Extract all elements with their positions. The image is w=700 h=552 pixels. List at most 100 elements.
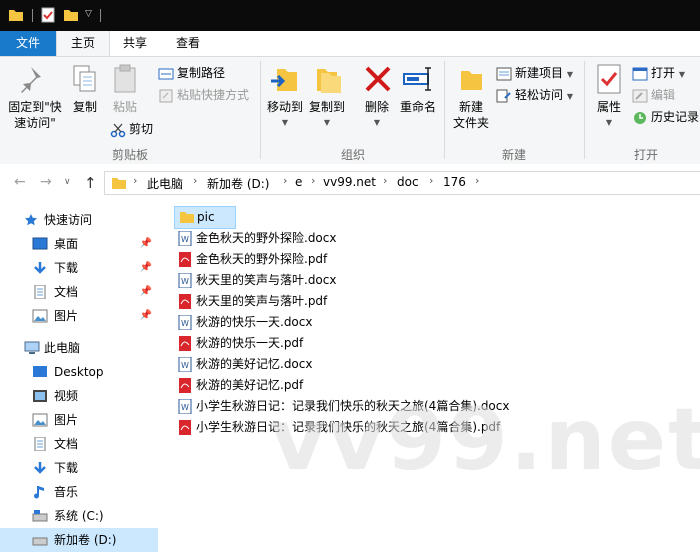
group-separator: [260, 61, 261, 159]
tab-home[interactable]: 主页: [56, 31, 110, 57]
copy-to-label: 复制到: [308, 100, 345, 114]
breadcrumb-e[interactable]: e: [295, 175, 302, 189]
open-group-label: 打开: [634, 148, 659, 162]
nav-downloads2[interactable]: 下载: [0, 456, 158, 480]
breadcrumb-separator-icon[interactable]: ›: [429, 174, 433, 187]
nav-music-label: 音乐: [54, 485, 79, 499]
nav-this-pc[interactable]: 此电脑: [0, 336, 158, 360]
document-icon: [34, 285, 46, 299]
breadcrumb-176[interactable]: 176: [443, 175, 466, 189]
nav-documents[interactable]: 文档 📌: [0, 280, 158, 304]
edit-icon: [632, 89, 648, 102]
file-name: 秋游的快乐一天.docx: [196, 315, 313, 329]
breadcrumb-separator-icon[interactable]: ›: [283, 174, 287, 187]
pin-icon[interactable]: 📌: [140, 280, 152, 304]
drive-icon: [32, 537, 48, 546]
copy-to-button[interactable]: 复制到 ▼: [308, 63, 346, 131]
new-folder-label-line1: 新建: [458, 100, 483, 114]
group-separator: [444, 61, 445, 159]
new-group-label: 新建: [502, 148, 527, 162]
move-to-button[interactable]: 移动到 ▼: [266, 63, 304, 131]
pin-icon[interactable]: 📌: [140, 232, 152, 256]
nav-pictures[interactable]: 图片 📌: [0, 304, 158, 328]
paste-shortcut-label: 粘贴快捷方式: [177, 88, 250, 102]
breadcrumb-doc[interactable]: doc: [397, 175, 419, 189]
pin-icon[interactable]: 📌: [140, 256, 152, 280]
nav-system-c[interactable]: 系统 (C:): [0, 504, 158, 528]
open-button[interactable]: 打开 ▼: [632, 63, 685, 83]
delete-icon: [365, 66, 391, 92]
copy-button[interactable]: 复制: [68, 63, 102, 115]
breadcrumb-this-pc[interactable]: 此电脑: [147, 175, 183, 192]
paste-shortcut-button[interactable]: 粘贴快捷方式: [158, 85, 249, 105]
cut-label: 剪切: [129, 122, 154, 136]
delete-button[interactable]: 删除 ▼: [362, 63, 392, 131]
recent-locations-dropdown-icon[interactable]: ∨: [64, 177, 71, 187]
nav-documents2-label: 文档: [54, 437, 79, 451]
breadcrumb-separator-icon[interactable]: ›: [311, 174, 315, 187]
title-separator: [32, 9, 33, 22]
tab-share[interactable]: 共享: [110, 31, 160, 56]
nav-new-volume-d[interactable]: 新加卷 (D:): [0, 528, 158, 552]
history-button[interactable]: 历史记录: [632, 107, 699, 127]
quick-access-toolbar-dropdown-icon[interactable]: ▽: [85, 9, 92, 19]
copy-icon: [73, 65, 96, 92]
computer-icon: [24, 341, 40, 354]
delete-label: 删除: [364, 100, 389, 114]
file-name: 秋天里的笑声与落叶.pdf: [196, 294, 328, 308]
new-folder-icon[interactable]: [63, 7, 79, 23]
nav-desktop-cn-label: 桌面: [54, 237, 79, 251]
copy-path-label: 复制路径: [177, 66, 226, 80]
new-folder-button[interactable]: 新建 文件夹: [452, 63, 490, 131]
rename-button[interactable]: 重命名: [398, 63, 438, 115]
word-document-icon: W: [178, 231, 192, 246]
properties-icon[interactable]: [40, 7, 56, 23]
breadcrumb-new-volume[interactable]: 新加卷 (D:): [207, 175, 269, 192]
breadcrumb-vv99[interactable]: vv99.net: [323, 175, 376, 189]
nav-new-volume-d-label: 新加卷 (D:): [54, 533, 117, 547]
title-bar: ▽: [0, 0, 700, 31]
copy-to-icon: [317, 69, 341, 93]
up-arrow-icon[interactable]: ↑: [84, 174, 97, 192]
paste-button[interactable]: 粘贴: [108, 63, 142, 115]
easy-access-icon: [496, 89, 511, 102]
pin-icon[interactable]: 📌: [140, 304, 152, 328]
new-item-button[interactable]: 新建项目 ▼: [496, 63, 573, 83]
nav-videos[interactable]: 视频: [0, 384, 158, 408]
tab-file[interactable]: 文件: [0, 31, 56, 56]
list-item-folder[interactable]: pic: [174, 206, 236, 229]
nav-desktop[interactable]: Desktop: [0, 360, 158, 384]
nav-downloads[interactable]: 下载 📌: [0, 256, 158, 280]
cut-button[interactable]: 剪切: [110, 119, 153, 139]
nav-quick-access-label: 快速访问: [44, 213, 93, 227]
breadcrumb-separator-icon[interactable]: ›: [133, 174, 137, 187]
easy-access-button[interactable]: 轻松访问 ▼: [496, 85, 573, 105]
watermark: vv99.net: [270, 390, 700, 490]
forward-arrow-icon[interactable]: →: [40, 174, 52, 190]
folder-icon: [9, 10, 23, 21]
tab-view[interactable]: 查看: [162, 31, 214, 56]
nav-music[interactable]: 音乐: [0, 480, 158, 504]
desktop-icon: [33, 366, 47, 377]
nav-quick-access[interactable]: 快速访问: [0, 208, 158, 232]
edit-button[interactable]: 编辑: [632, 85, 675, 105]
nav-documents2[interactable]: 文档: [0, 432, 158, 456]
pin-to-quick-access-button[interactable]: 固定到"快 速访问": [6, 63, 64, 131]
ribbon: 固定到"快 速访问" 复制 粘贴 复制路径 粘贴快捷方式 剪切 剪贴板 移动到 …: [0, 56, 700, 165]
nav-pictures2[interactable]: 图片: [0, 408, 158, 432]
picture-icon: [32, 309, 48, 323]
back-arrow-icon[interactable]: ←: [14, 174, 26, 190]
breadcrumb-separator-icon[interactable]: ›: [193, 174, 197, 187]
address-path[interactable]: › 此电脑 › 新加卷 (D:) › e › vv99.net › doc › …: [104, 171, 700, 195]
breadcrumb-separator-icon[interactable]: ›: [383, 174, 387, 187]
group-separator: [584, 61, 585, 159]
nav-desktop-cn[interactable]: 桌面 📌: [0, 232, 158, 256]
copy-path-button[interactable]: 复制路径: [158, 63, 225, 83]
desktop-icon: [32, 237, 48, 250]
copy-path-icon: [158, 68, 174, 79]
properties-button[interactable]: 属性 ▼: [592, 63, 626, 131]
video-icon: [33, 390, 47, 402]
nav-documents-label: 文档: [54, 285, 79, 299]
breadcrumb-separator-icon[interactable]: ›: [475, 174, 479, 187]
pin-label-line1: 固定到"快: [8, 100, 62, 114]
